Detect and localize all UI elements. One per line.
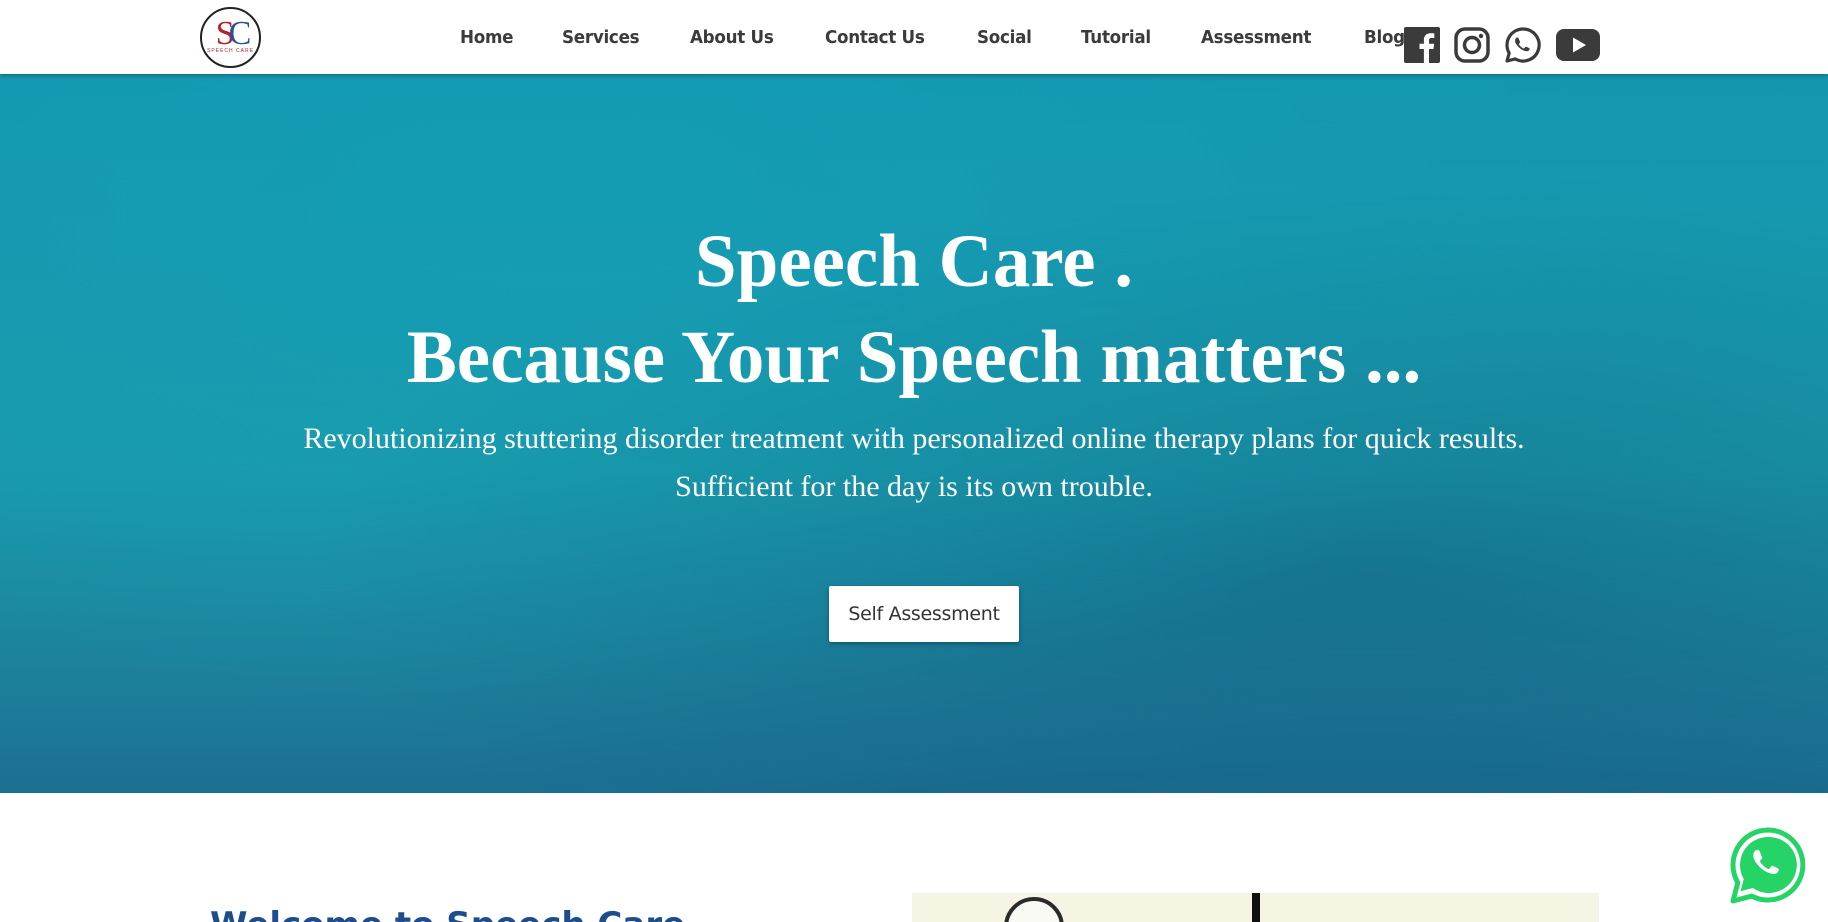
hero-subtitle-line2: Sufficient for the day is its own troubl… <box>675 470 1153 503</box>
logo-subtext: SPEECH CARE <box>207 48 254 54</box>
image-divider <box>1252 893 1260 922</box>
nav-item-social[interactable]: Social <box>977 27 1032 48</box>
self-assessment-button[interactable]: Self Assessment <box>829 586 1019 642</box>
whatsapp-icon[interactable] <box>1504 26 1542 64</box>
clock-icon <box>1004 897 1064 922</box>
site-logo[interactable]: SC SPEECH CARE <box>200 7 261 68</box>
logo-monogram: SC <box>215 14 251 52</box>
site-header: SC SPEECH CARE Home Services About Us Co… <box>0 0 1828 74</box>
welcome-heading: Welcome to Speech Care <box>210 905 685 922</box>
nav-item-about-us[interactable]: About Us <box>690 27 774 48</box>
floating-whatsapp-button[interactable] <box>1728 826 1808 906</box>
nav-item-tutorial[interactable]: Tutorial <box>1081 27 1151 48</box>
hero-subtitle-line1: Revolutionizing stuttering disorder trea… <box>303 422 1525 455</box>
instagram-icon[interactable] <box>1454 27 1490 63</box>
social-links <box>1404 26 1614 64</box>
nav-item-assessment[interactable]: Assessment <box>1201 27 1311 48</box>
nav-item-contact-us[interactable]: Contact Us <box>825 27 925 48</box>
nav-item-home[interactable]: Home <box>460 27 513 48</box>
facebook-icon[interactable] <box>1404 27 1440 63</box>
intro-image <box>912 893 1599 922</box>
hero-title-line2: Because Your Speech matters ... <box>406 316 1422 399</box>
hero-title-line1: Speech Care . <box>694 220 1134 303</box>
hero-section: Speech Care . Because Your Speech matter… <box>0 74 1828 793</box>
nav-item-services[interactable]: Services <box>562 27 640 48</box>
whatsapp-float-icon <box>1730 827 1806 904</box>
main-nav: Home Services About Us Contact Us Social… <box>460 0 1453 74</box>
nav-item-blog[interactable]: Blog <box>1364 27 1405 48</box>
youtube-icon[interactable] <box>1556 28 1600 62</box>
